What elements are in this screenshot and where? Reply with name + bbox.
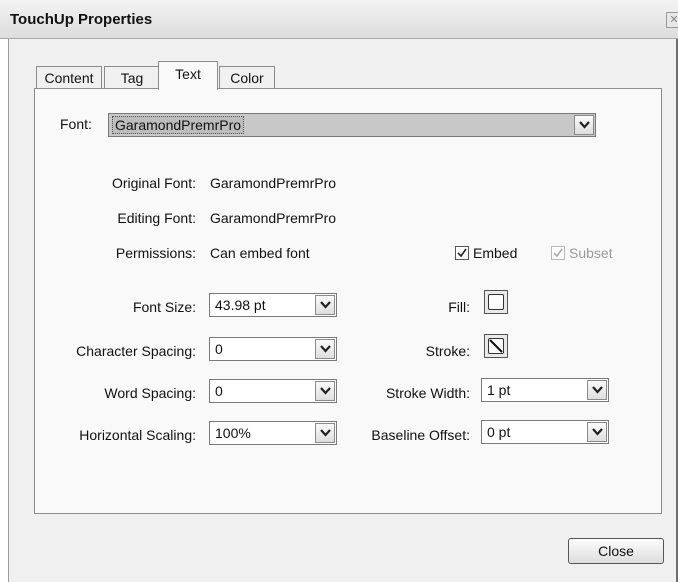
stroke-width-select[interactable]: 1 pt — [481, 378, 609, 402]
tab-content[interactable]: Content — [36, 66, 102, 89]
chevron-down-icon[interactable] — [315, 339, 335, 359]
word-spacing-select[interactable]: 0 — [209, 379, 337, 403]
tab-label: Color — [230, 70, 264, 86]
horizontal-scaling-select[interactable]: 100% — [209, 421, 337, 445]
embed-label: Embed — [473, 245, 518, 261]
permissions-label: Permissions: — [115, 245, 196, 261]
subset-label: Subset — [569, 245, 613, 261]
fill-swatch-color — [488, 294, 504, 310]
tab-color[interactable]: Color — [219, 66, 275, 89]
font-size-label: Font Size: — [132, 299, 196, 315]
word-spacing-value: 0 — [215, 383, 223, 399]
original-font-value: GaramondPremrPro — [210, 175, 337, 191]
chevron-down-icon[interactable] — [315, 381, 335, 401]
baseline-offset-label: Baseline Offset: — [371, 427, 470, 443]
permissions-value: Can embed font — [210, 245, 310, 261]
font-select-value: GaramondPremrPro — [112, 116, 245, 134]
original-font-label: Original Font: — [111, 175, 196, 191]
baseline-offset-value: 0 pt — [487, 424, 511, 440]
no-stroke-icon[interactable] — [484, 334, 508, 358]
tab-tag[interactable]: Tag — [104, 66, 160, 89]
font-select[interactable]: GaramondPremrPro — [108, 113, 596, 137]
chevron-down-icon[interactable] — [574, 115, 594, 135]
tab-label: Text — [175, 66, 201, 82]
tab-label: Content — [44, 70, 94, 86]
title-bar[interactable]: TouchUp Properties ✕ — [0, 0, 678, 39]
stroke-width-value: 1 pt — [487, 382, 511, 398]
stroke-label: Stroke: — [425, 343, 470, 359]
embed-checkbox[interactable] — [455, 246, 469, 260]
window-left-border — [8, 38, 9, 582]
font-size-select[interactable]: 43.98 pt — [209, 293, 337, 317]
baseline-offset-select[interactable]: 0 pt — [481, 420, 609, 444]
close-button[interactable]: Close — [568, 538, 664, 564]
editing-font-label: Editing Font: — [117, 210, 196, 226]
stroke-swatch-color — [488, 338, 504, 354]
chevron-down-icon[interactable] — [315, 423, 335, 443]
stroke-width-label: Stroke Width: — [385, 385, 470, 401]
fill-swatch-icon[interactable] — [484, 290, 508, 314]
chevron-down-icon[interactable] — [587, 380, 607, 400]
chevron-down-icon[interactable] — [587, 422, 607, 442]
check-icon — [553, 248, 563, 258]
tab-text[interactable]: Text — [158, 61, 218, 90]
chevron-down-icon[interactable] — [315, 295, 335, 315]
character-spacing-select[interactable]: 0 — [209, 337, 337, 361]
word-spacing-label: Word Spacing: — [104, 385, 196, 401]
close-icon[interactable]: ✕ — [666, 12, 678, 28]
font-size-value: 43.98 pt — [215, 297, 266, 313]
horizontal-scaling-value: 100% — [215, 425, 251, 441]
character-spacing-label: Character Spacing: — [76, 343, 196, 359]
fill-label: Fill: — [448, 299, 470, 315]
editing-font-value: GaramondPremrPro — [210, 210, 337, 226]
character-spacing-value: 0 — [215, 341, 223, 357]
check-icon — [457, 248, 467, 258]
tab-label: Tag — [120, 70, 144, 86]
horizontal-scaling-label: Horizontal Scaling: — [79, 427, 196, 443]
window-title: TouchUp Properties — [10, 11, 153, 28]
subset-checkbox — [551, 246, 565, 260]
font-label: Font: — [60, 116, 92, 132]
